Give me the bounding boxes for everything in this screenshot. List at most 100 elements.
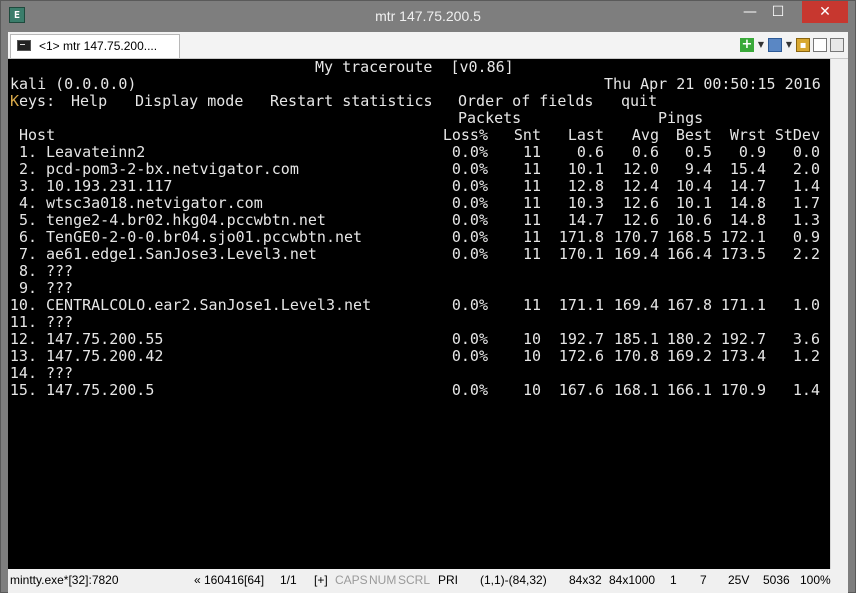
hop-host: 10.193.231.117 (46, 177, 173, 195)
hop-best: 168.5 (666, 228, 712, 246)
hop-snt: 10 (522, 347, 541, 365)
status-page: 1/1 (280, 573, 297, 587)
title-bar[interactable]: E mtr 147.75.200.5 — ☐ ✕ (1, 1, 855, 32)
status-cursor: (1,1)-(84,32) (480, 573, 547, 587)
tab-console-1[interactable]: <1> mtr 147.75.200.... (10, 34, 180, 58)
app-window: E mtr 147.75.200.5 — ☐ ✕ <1> mtr 147.75.… (0, 0, 856, 593)
hop-last: 14.7 (567, 211, 604, 229)
minimize-button[interactable]: — (736, 1, 764, 23)
hop-stdev: 1.4 (792, 381, 820, 399)
new-console-icon[interactable]: + (740, 38, 754, 52)
hop-stdev: 1.0 (792, 296, 820, 314)
status-caps: CAPS (335, 573, 368, 587)
status-pid: 5036 (763, 573, 790, 587)
hop-loss: 0.0% (451, 194, 488, 212)
hop-last: 167.6 (558, 381, 604, 399)
status-voltage: 25V (728, 573, 750, 587)
group-header-line: Packets Pings (8, 110, 830, 127)
hop-avg: 169.4 (613, 296, 659, 314)
status-bar: mintty.exe*[32]:7820 « 160416[64] 1/1 [+… (8, 569, 848, 593)
hop-host: 147.75.200.55 (46, 330, 164, 348)
scrollbar[interactable] (830, 59, 848, 569)
hop-loss: 0.0% (451, 160, 488, 178)
hop-host: pcd-pom3-2-bx.netvigator.com (46, 160, 299, 178)
hop-best: 166.1 (666, 381, 712, 399)
source-line: kali (0.0.0.0) Thu Apr 21 00:50:15 2016 (8, 76, 830, 93)
hop-best: 167.8 (666, 296, 712, 314)
hop-best: 0.5 (684, 143, 712, 161)
status-process: mintty.exe*[32]:7820 (10, 573, 119, 587)
minimize-icon: — (743, 4, 757, 20)
table-row: 12. 147.75.200.55 0.0% 10 192.7 185.1 180.2 192… (8, 331, 830, 348)
status-buffer: « 160416[64] (194, 573, 265, 587)
hop-wrst: 14.8 (729, 211, 766, 229)
chevron-down-icon[interactable]: ▼ (785, 38, 793, 52)
hop-last: 0.6 (576, 143, 604, 161)
maximize-icon: ☐ (771, 4, 785, 20)
toolbar: + ▼ ▼ ▪ (740, 36, 844, 54)
hop-avg: 185.1 (613, 330, 659, 348)
hop-host: Leavateinn2 (46, 143, 146, 161)
hop-best: 10.6 (675, 211, 712, 229)
table-row: 1. Leavateinn2 0.0% 11 0.6 0.6 0.5 0.9 0.0 (8, 144, 830, 161)
chevron-down-icon[interactable]: ▼ (757, 38, 765, 52)
hop-number: 7. (18, 245, 37, 263)
window-title: mtr 147.75.200.5 (375, 8, 481, 24)
hop-avg: 12.0 (622, 160, 659, 178)
hop-stdev: 1.2 (792, 347, 820, 365)
hop-number: 5. (18, 211, 37, 229)
hop-snt: 11 (522, 245, 541, 263)
hop-avg: 168.1 (613, 381, 659, 399)
hop-host: ??? (46, 364, 74, 382)
hop-number: 4. (18, 194, 37, 212)
key-restart-statistics[interactable]: Restart statistics (270, 93, 433, 110)
hop-last: 170.1 (558, 245, 604, 263)
hop-host: CENTRALCOLO.ear2.SanJose1.Level3.net (46, 296, 372, 314)
table-row: 13. 147.75.200.42 0.0% 10 172.6 170.8 169.2 173… (8, 348, 830, 365)
hop-last: 192.7 (558, 330, 604, 348)
header-wrst: Wrst (729, 126, 766, 144)
hop-host: 147.75.200.5 (46, 381, 155, 399)
hop-host: wtsc3a018.netvigator.com (46, 194, 263, 212)
hop-number: 10. (9, 296, 37, 314)
status-scrl: SCRL (398, 573, 431, 587)
keys-label: eys: (19, 92, 56, 110)
terminal-screen[interactable]: My traceroute [v0.86] kali (0.0.0.0) Thu… (8, 59, 830, 569)
status-v1: 1 (670, 573, 677, 587)
table-row: 15. 147.75.200.5 0.0% 10 167.6 168.1 166.1 170.… (8, 382, 830, 399)
keys-line: K eys: Help Display mode Restart statist… (8, 93, 830, 110)
columns-icon[interactable] (830, 38, 844, 52)
window-icon[interactable] (768, 38, 782, 52)
hop-wrst: 192.7 (720, 330, 766, 348)
key-order-of-fields[interactable]: Order of fields (458, 93, 593, 110)
page-icon[interactable] (813, 38, 827, 52)
source-host: kali (0.0.0.0) (10, 75, 137, 93)
table-row: 10. CENTRALCOLO.ear2.SanJose1.Level3.net 0… (8, 297, 830, 314)
hop-wrst: 171.1 (720, 296, 766, 314)
lock-icon[interactable]: ▪ (796, 38, 810, 52)
hop-number: 1. (18, 143, 37, 161)
maximize-button[interactable]: ☐ (764, 1, 792, 23)
status-pri: PRI (438, 573, 459, 587)
close-button[interactable]: ✕ (802, 1, 848, 23)
tab-bar: <1> mtr 147.75.200.... + ▼ ▼ ▪ (8, 32, 848, 59)
status-v2: 7 (700, 573, 707, 587)
hop-loss: 0.0% (451, 347, 488, 365)
hop-number: 12. (9, 330, 37, 348)
hop-best: 180.2 (666, 330, 712, 348)
hop-wrst: 173.5 (720, 245, 766, 263)
table-row: 7. ae61.edge1.SanJose3.Level3.net 0.0% 11 17… (8, 246, 830, 263)
hop-number: 15. (9, 381, 37, 399)
hop-snt: 10 (522, 381, 541, 399)
close-icon: ✕ (819, 4, 831, 20)
hop-last: 171.8 (558, 228, 604, 246)
table-row: 5. tenge2-4.br02.hkg04.pccwbtn.net 0.0% 11 1… (8, 212, 830, 229)
key-display-mode[interactable]: Display mode (135, 93, 243, 110)
group-pings: Pings (658, 109, 704, 127)
hop-stdev: 0.9 (792, 228, 820, 246)
hop-loss: 0.0% (451, 228, 488, 246)
key-help[interactable]: Help (71, 93, 107, 110)
hop-loss: 0.0% (451, 143, 488, 161)
key-quit[interactable]: quit (621, 93, 657, 110)
datetime: Thu Apr 21 00:50:15 2016 (604, 75, 821, 93)
